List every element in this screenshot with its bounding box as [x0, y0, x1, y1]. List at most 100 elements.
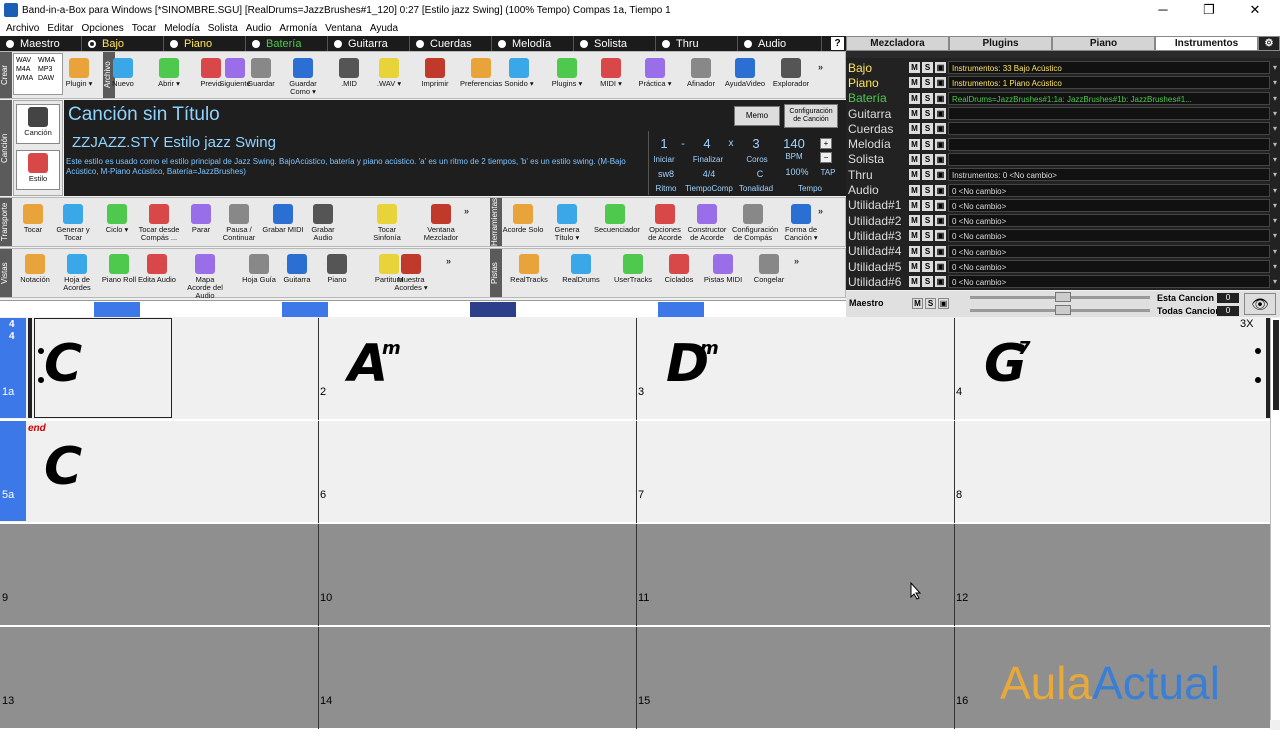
more-views-icon[interactable]: »	[446, 256, 451, 266]
preferences-button[interactable]: Preferencias	[460, 58, 502, 88]
track-options-button[interactable]: ▣	[935, 169, 946, 181]
eye-icon[interactable]: 👁	[1244, 293, 1276, 315]
track-options-button[interactable]: ▣	[935, 153, 946, 165]
explorer-button[interactable]: Explorador	[770, 58, 812, 88]
this-song-value[interactable]: 0	[1217, 293, 1239, 303]
all-songs-value[interactable]: 0	[1217, 306, 1239, 316]
solo-button[interactable]: S	[922, 169, 933, 181]
solo-button[interactable]: S	[922, 62, 933, 74]
maestro-slider-handle-2[interactable]	[1055, 305, 1071, 315]
more-transport-icon[interactable]: »	[464, 206, 469, 216]
mute-button[interactable]: M	[909, 276, 920, 288]
create-box[interactable]: WAV WMA M4A MP3 WMA DAW	[13, 53, 63, 95]
mute-button[interactable]: M	[909, 169, 920, 181]
mute-button[interactable]: M	[909, 138, 920, 150]
chevron-down-icon[interactable]: ▾	[1270, 109, 1280, 118]
mute-button[interactable]: M	[909, 123, 920, 135]
track-options-button[interactable]: ▣	[935, 261, 946, 273]
mute-button[interactable]: M	[909, 77, 920, 89]
show-chords-button[interactable]: Muestra Acordes ▾	[390, 254, 432, 292]
section-marker[interactable]	[94, 302, 140, 317]
menu-item[interactable]: Solista	[208, 23, 238, 34]
track-options-button[interactable]: ▣	[935, 62, 946, 74]
chord-cell[interactable]	[954, 524, 1272, 626]
more-file-tools-icon[interactable]: »	[818, 62, 823, 72]
plugins-button[interactable]: Plugins ▾	[546, 58, 588, 88]
mixer-row[interactable]: Guitarra M S ▣ ▾	[846, 106, 1280, 121]
lead-sheet-button[interactable]: Hoja Guía	[238, 254, 280, 284]
section-marker[interactable]	[282, 302, 328, 317]
chevron-down-icon[interactable]: ▾	[1270, 63, 1280, 72]
mute-button[interactable]: M	[909, 153, 920, 165]
solo-button[interactable]: S	[922, 230, 933, 242]
maestro-options[interactable]: ▣	[938, 298, 949, 309]
play-button[interactable]: Tocar	[12, 204, 54, 234]
instrument-select[interactable]: 0 <No cambio>	[948, 229, 1270, 243]
instrument-select[interactable]	[948, 152, 1270, 166]
track-tab[interactable]: Solista	[574, 36, 656, 51]
usertracks-button[interactable]: UserTracks	[612, 254, 654, 284]
sound-button[interactable]: Sonido ▾	[498, 58, 540, 88]
edit-audio-button[interactable]: Edita Audio	[136, 254, 178, 284]
tempo-plus-button[interactable]: +	[820, 138, 832, 149]
chevron-down-icon[interactable]: ▾	[1270, 231, 1280, 240]
solo-button[interactable]: S	[922, 123, 933, 135]
maestro-solo[interactable]: S	[925, 298, 936, 309]
solo-button[interactable]: S	[922, 215, 933, 227]
piano-button[interactable]: Piano	[316, 254, 358, 284]
track-options-button[interactable]: ▣	[935, 184, 946, 196]
section-marker[interactable]	[658, 302, 704, 317]
menu-item[interactable]: Tocar	[132, 23, 156, 34]
midi-button[interactable]: MIDI ▾	[590, 58, 632, 88]
instrument-select[interactable]: 0 <No cambio>	[948, 214, 1270, 228]
style-title[interactable]: ZZJAZZ.STY Estilo jazz Swing	[72, 134, 276, 151]
track-options-button[interactable]: ▣	[935, 276, 946, 288]
realtracks-button[interactable]: RealTracks	[508, 254, 550, 284]
choruses-value[interactable]: 3	[748, 136, 764, 151]
song-form-button[interactable]: Forma de Canción ▾	[780, 204, 822, 242]
track-tab[interactable]: Cuerdas	[410, 36, 492, 51]
mute-button[interactable]: M	[909, 108, 920, 120]
right-tab[interactable]: Mezcladora	[846, 36, 949, 51]
open-button[interactable]: Abrir ▾	[148, 58, 190, 88]
stop-button[interactable]: Parar	[180, 204, 222, 234]
instrument-select[interactable]: RealDrums=JazzBrushes#1:1a: JazzBrushes#…	[948, 91, 1270, 105]
chord-cell[interactable]	[636, 627, 954, 729]
chevron-down-icon[interactable]: ▾	[1270, 262, 1280, 271]
mixer-row[interactable]: Bajo M S ▣ Instrumentos: 33 Bajo Acústico ▾	[846, 60, 1280, 75]
chevron-down-icon[interactable]: ▾	[1270, 186, 1280, 195]
chevron-down-icon[interactable]: ▾	[1270, 78, 1280, 87]
chord-cell[interactable]	[318, 627, 636, 729]
close-button[interactable]: ✕	[1232, 0, 1278, 20]
gear-icon[interactable]: ⚙	[1258, 36, 1280, 51]
chord-options-button[interactable]: Opciones de Acorde	[644, 204, 686, 242]
track-tab[interactable]: Batería	[246, 36, 328, 51]
track-options-button[interactable]: ▣	[935, 215, 946, 227]
mute-button[interactable]: M	[909, 230, 920, 242]
menu-item[interactable]: Melodía	[164, 23, 200, 34]
end-value[interactable]: 4	[699, 136, 715, 151]
chord-cell[interactable]	[954, 421, 1272, 523]
plugin-button[interactable]: Plugin ▾	[58, 58, 100, 88]
loop-button[interactable]: Ciclo ▾	[96, 204, 138, 234]
mixer-row[interactable]: Solista M S ▣ ▾	[846, 152, 1280, 167]
chevron-down-icon[interactable]: ▾	[1270, 247, 1280, 256]
track-tab[interactable]: Thru	[656, 36, 738, 51]
new-button[interactable]: Nuevo	[102, 58, 144, 88]
play-symphony-button[interactable]: Tocar Sinfonía	[366, 204, 408, 242]
midi-tracks-button[interactable]: Pistas MIDI	[702, 254, 744, 284]
bar-settings-button[interactable]: Configuración de Compás	[732, 204, 778, 242]
right-tab[interactable]: Instrumentos	[1155, 36, 1258, 51]
memo-button[interactable]: Memo	[734, 106, 780, 126]
track-tab[interactable]: Melodía	[492, 36, 574, 51]
chevron-down-icon[interactable]: ▾	[1270, 94, 1280, 103]
mute-button[interactable]: M	[909, 62, 920, 74]
menu-item[interactable]: Armonía	[279, 23, 317, 34]
generate-title-button[interactable]: Genera Título ▾	[546, 204, 588, 242]
tempo-minus-button[interactable]: −	[820, 152, 832, 163]
chord-cell[interactable]	[318, 524, 636, 626]
track-tab[interactable]: Piano	[164, 36, 246, 51]
instrument-select[interactable]: 0 <No cambio>	[948, 275, 1270, 289]
instrument-select[interactable]: Instrumentos: 1 Piano Acústico	[948, 76, 1270, 90]
more-tracks-icon[interactable]: »	[794, 256, 799, 266]
